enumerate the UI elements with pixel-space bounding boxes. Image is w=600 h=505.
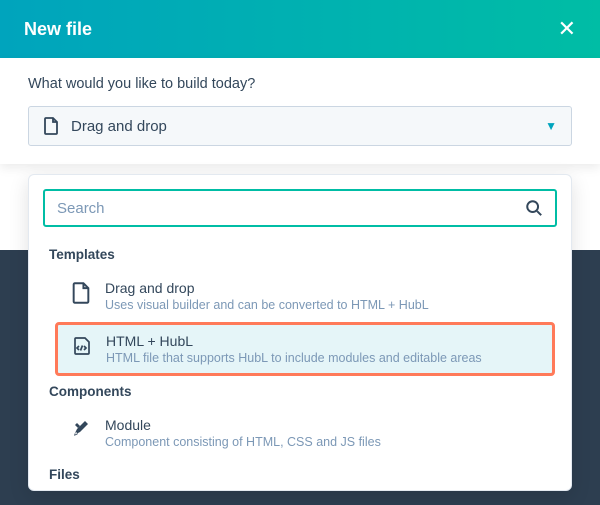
option-title: HTML + HubL [106, 333, 482, 349]
tools-icon [71, 419, 91, 439]
search-field[interactable] [43, 189, 557, 227]
template-select[interactable]: Drag and drop ▼ [28, 106, 572, 146]
modal-title: New file [24, 19, 92, 40]
select-selected-label: Drag and drop [71, 118, 545, 135]
document-icon [71, 282, 91, 304]
option-title: Module [105, 417, 381, 433]
option-module[interactable]: Module Component consisting of HTML, CSS… [43, 407, 557, 459]
chevron-down-icon: ▼ [545, 119, 557, 133]
modal-header: New file ✕ [0, 0, 600, 58]
option-title: Drag and drop [105, 280, 429, 296]
option-desc: HTML file that supports HubL to include … [106, 351, 482, 365]
group-files-label: Files [43, 459, 557, 490]
modal-body: What would you like to build today? Drag… [0, 58, 600, 164]
close-icon[interactable]: ✕ [558, 18, 576, 40]
search-input[interactable] [57, 200, 525, 217]
code-file-icon [70, 335, 92, 357]
prompt-text: What would you like to build today? [28, 76, 572, 92]
group-components-label: Components [43, 376, 557, 407]
new-file-modal: New file ✕ What would you like to build … [0, 0, 600, 491]
option-drag-and-drop[interactable]: Drag and drop Uses visual builder and ca… [43, 270, 557, 322]
select-dropdown: Templates Drag and drop Uses visual buil… [28, 174, 572, 491]
option-desc: Component consisting of HTML, CSS and JS… [105, 435, 381, 449]
document-icon [43, 117, 59, 135]
option-html-hubl[interactable]: HTML + HubL HTML file that supports HubL… [55, 322, 555, 376]
group-templates-label: Templates [43, 239, 557, 270]
search-icon[interactable] [525, 199, 543, 217]
option-desc: Uses visual builder and can be converted… [105, 298, 429, 312]
